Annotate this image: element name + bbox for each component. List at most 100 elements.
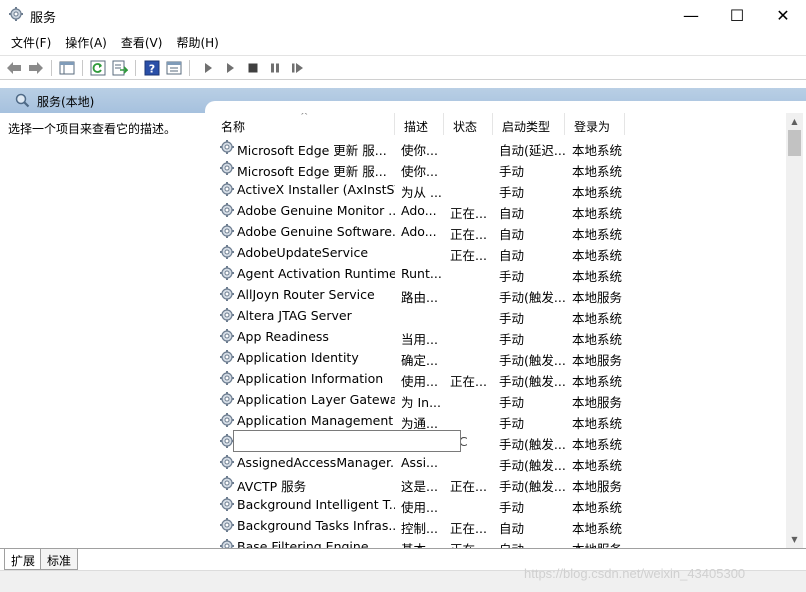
- menu-help[interactable]: 帮助(H): [169, 32, 225, 53]
- service-description: 控制...: [401, 521, 438, 536]
- service-log-on-as: 本地系统: [572, 269, 623, 284]
- service-gear-icon: [219, 454, 235, 470]
- service-log-on-as: 本地系统: [572, 374, 623, 389]
- column-header-description[interactable]: 描述: [395, 113, 444, 135]
- scroll-down-icon[interactable]: ▼: [786, 531, 803, 548]
- service-row[interactable]: Application Layer Gatewa... 为 In... 手动 本地服务: [212, 389, 786, 410]
- service-name: ActiveX Installer (AxInstSV): [237, 182, 395, 197]
- service-row[interactable]: AssignedAccessManager... Assi... 手动(触发... 本…: [212, 452, 786, 473]
- service-gear-icon: [219, 265, 235, 281]
- service-name: Microsoft Edge 更新 服...: [237, 164, 387, 179]
- service-startup-type: 手动: [499, 500, 525, 515]
- service-description: 基本...: [401, 539, 445, 548]
- window-title: 服务: [30, 11, 57, 26]
- service-log-on-as: 本地系统: [572, 164, 623, 179]
- resume-service-icon[interactable]: [289, 59, 307, 77]
- service-row[interactable]: Application Identity 确定... 手动(触发... 本地服务: [212, 347, 786, 368]
- show-hide-tree-icon[interactable]: [58, 59, 76, 77]
- menu-view[interactable]: 查看(V): [114, 32, 170, 53]
- service-name: Adobe Genuine Monitor ...: [237, 203, 395, 218]
- service-log-on-as: 本地系统: [572, 311, 623, 326]
- tab-extended[interactable]: 扩展: [4, 549, 42, 570]
- refresh-icon[interactable]: [89, 59, 107, 77]
- start-service-alt-icon[interactable]: [221, 59, 239, 77]
- help-icon[interactable]: ?: [143, 59, 161, 77]
- service-name: Application Management: [237, 413, 394, 428]
- service-name: Altera JTAG Server: [237, 308, 352, 323]
- service-row[interactable]: Application Management 为通... 手动 本地系统: [212, 410, 786, 431]
- start-service-icon[interactable]: [199, 59, 217, 77]
- services-gear-icon: [9, 7, 23, 21]
- service-name: Microsoft Edge 更新 服...: [237, 143, 387, 158]
- service-gear-icon: [219, 349, 235, 365]
- service-row[interactable]: Background Intelligent T... 使用... 手动 本地系统: [212, 494, 786, 515]
- service-startup-type: 手动(触发...: [499, 290, 566, 305]
- close-button[interactable]: ✕: [760, 0, 806, 31]
- services-table: 名称 ^ 描述 状态 启动类型 登录为 Microsoft Edge 更新 服.…: [212, 113, 786, 548]
- column-header-name[interactable]: 名称 ^: [212, 113, 395, 135]
- service-gear-icon: [219, 517, 235, 533]
- service-description: Runt...: [401, 266, 442, 281]
- service-log-on-as: 本地系统: [572, 521, 623, 536]
- pause-service-icon[interactable]: [266, 59, 284, 77]
- service-row[interactable]: Base Filtering Engine 基本... 正在... 自动本地服务: [212, 536, 786, 548]
- back-icon[interactable]: [5, 59, 23, 77]
- service-row[interactable]: Adobe Genuine Software... Ado... 正在... 自动 本地…: [212, 221, 786, 242]
- scroll-thumb[interactable]: [788, 130, 801, 156]
- description-pane: 选择一个项目来查看它的描述。: [8, 122, 177, 136]
- service-row[interactable]: App Readiness 当用... 手动 本地系统: [212, 326, 786, 347]
- service-log-on-as: 本地系统: [572, 500, 623, 515]
- export-list-icon[interactable]: [111, 59, 129, 77]
- column-header-startup-type[interactable]: 启动类型: [493, 113, 565, 135]
- service-name: Application Information: [237, 371, 384, 386]
- tab-standard[interactable]: 标准: [40, 549, 79, 570]
- service-row[interactable]: Microsoft Edge 更新 服... 使你... 手动 本地系统: [212, 158, 786, 179]
- service-description: 这是...: [401, 479, 438, 494]
- service-status: 正在...: [450, 539, 494, 548]
- column-header-status[interactable]: 状态: [444, 113, 493, 135]
- service-startup-type: 手动(触发...: [499, 479, 566, 494]
- stop-service-icon[interactable]: [244, 59, 262, 77]
- toolbar-separator: [82, 60, 83, 76]
- properties-icon[interactable]: [165, 59, 183, 77]
- service-row[interactable]: Adobe Genuine Monitor ... Ado... 正在... 自动 本地…: [212, 200, 786, 221]
- title-bar: 服务 — ☐ ✕: [0, 0, 806, 31]
- service-description: 使用...: [401, 500, 438, 515]
- maximize-button[interactable]: ☐: [714, 0, 760, 31]
- service-row[interactable]: Application Information 使用... 正在... 手动(触发..…: [212, 368, 786, 389]
- service-description: Assi...: [401, 455, 438, 470]
- service-row[interactable]: ActiveX Installer (AxInstSV) 为从 ... 手动 本地系统: [212, 179, 786, 200]
- service-name: App Readiness: [237, 329, 329, 344]
- minimize-button[interactable]: —: [668, 0, 714, 31]
- service-row[interactable]: AVCTP 服务 这是... 正在... 手动(触发... 本地服务: [212, 473, 786, 494]
- column-header-log-on-as[interactable]: 登录为: [565, 113, 625, 135]
- service-description: 为从 ...: [401, 185, 442, 200]
- service-name: Application Layer Gatewa...: [237, 392, 395, 407]
- service-row[interactable]: AdobeUpdateService 正在... 自动 本地系统: [212, 242, 786, 263]
- name-tooltip-outline: [233, 430, 461, 452]
- menu-file[interactable]: 文件(F): [4, 32, 58, 53]
- service-gear-icon: [219, 139, 235, 155]
- service-log-on-as: 本地系统: [572, 416, 623, 431]
- service-name: AllJoyn Router Service: [237, 287, 375, 302]
- service-log-on-as: 本地系统: [572, 437, 623, 452]
- service-row[interactable]: Microsoft Edge 更新 服... 使你... 自动(延迟... 本地系统: [212, 137, 786, 158]
- service-row[interactable]: AllJoyn Router Service 路由... 手动(触发... 本地服务: [212, 284, 786, 305]
- service-row[interactable]: Background Tasks Infras... 控制... 正在... 自动 本地…: [212, 515, 786, 536]
- service-log-on-as: 本地系统: [572, 458, 623, 473]
- service-row[interactable]: Altera JTAG Server 手动 本地系统: [212, 305, 786, 326]
- menu-action[interactable]: 操作(A): [58, 32, 114, 53]
- scroll-up-icon[interactable]: ▲: [786, 113, 803, 130]
- service-gear-icon: [219, 412, 235, 428]
- service-startup-type: 手动: [499, 164, 525, 179]
- toolbar-gap: [0, 80, 806, 88]
- service-gear-icon: [219, 160, 235, 176]
- service-gear-icon: [219, 286, 235, 302]
- service-startup-type: 自动: [499, 248, 525, 263]
- vertical-scrollbar[interactable]: ▲ ▼: [786, 113, 803, 548]
- service-row[interactable]: Agent Activation Runtime... Runt... 手动 本地系统: [212, 263, 786, 284]
- service-name: Adobe Genuine Software...: [237, 224, 395, 239]
- forward-icon[interactable]: [27, 59, 45, 77]
- service-gear-icon: [219, 307, 235, 323]
- toolbar-separator: [189, 60, 190, 76]
